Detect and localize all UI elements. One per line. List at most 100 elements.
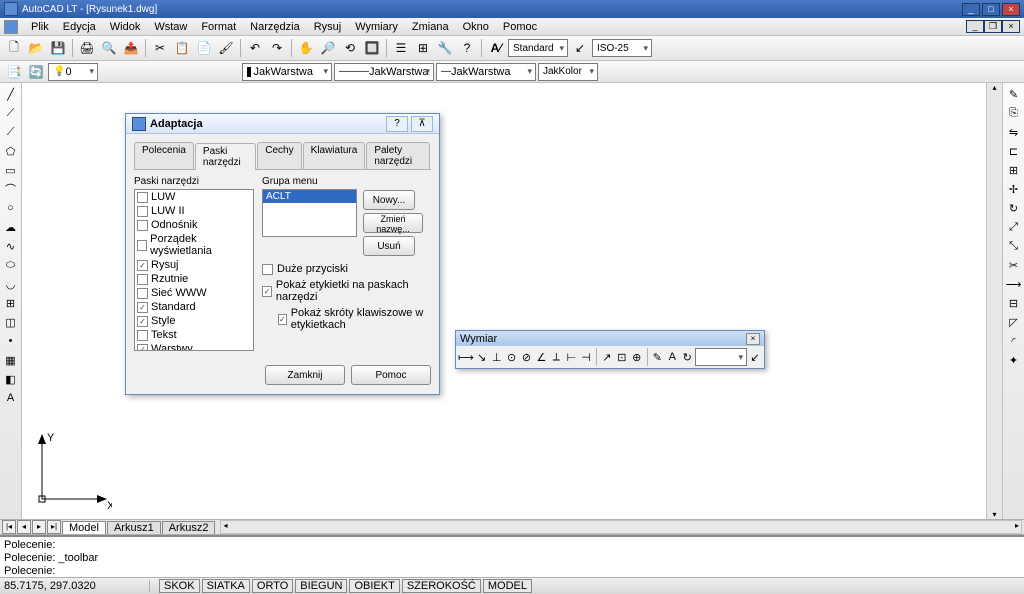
move-icon[interactable]: ✢ [1005, 180, 1023, 198]
doc-restore-button[interactable]: ❐ [984, 20, 1002, 33]
dim-style-icon[interactable]: ↙ [748, 348, 762, 366]
save-icon[interactable]: 💾 [48, 38, 68, 58]
help-icon[interactable]: ? [457, 38, 477, 58]
menu-rysuj[interactable]: Rysuj [307, 21, 349, 33]
fillet-icon[interactable]: ◜ [1005, 332, 1023, 350]
textstyle-icon[interactable]: A⁄ [486, 38, 506, 58]
point-icon[interactable]: • [2, 332, 20, 350]
list-item[interactable]: LUW II [135, 204, 253, 218]
dim-leader-icon[interactable]: ↗ [600, 348, 614, 366]
tab-arkusz2[interactable]: Arkusz2 [162, 521, 216, 534]
minimize-button[interactable]: _ [962, 3, 980, 16]
list-item[interactable]: ✓Warstwy [135, 342, 253, 351]
zoom-win-icon[interactable]: 🔲 [362, 38, 382, 58]
rename-button[interactable]: Zmień nazwę... [363, 213, 423, 233]
block-icon[interactable]: ◫ [2, 313, 20, 331]
pline-icon[interactable]: ⟋ [2, 123, 20, 141]
tab-first-button[interactable]: |◂ [2, 520, 16, 534]
rotate-icon[interactable]: ↻ [1005, 199, 1023, 217]
match-icon[interactable]: 🖌 [216, 38, 236, 58]
tool-icon[interactable]: 🔧 [435, 38, 455, 58]
tab-paski-narzedzi[interactable]: Paski narzędzi [195, 143, 256, 170]
list-item[interactable]: ✓Standard [135, 300, 253, 314]
line-icon[interactable]: ╱ [2, 85, 20, 103]
dim-style-float-combo[interactable] [695, 348, 747, 366]
status-model[interactable]: MODEL [483, 579, 532, 593]
circle-icon[interactable]: ○ [2, 199, 20, 217]
props-icon[interactable]: ☰ [391, 38, 411, 58]
chamfer-icon[interactable]: ◸ [1005, 313, 1023, 331]
tab-last-button[interactable]: ▸| [47, 520, 61, 534]
toolbars-listbox[interactable]: LUWLUW IIOdnośnikPorządek wyświetlania✓R… [134, 189, 254, 351]
item-checkbox[interactable] [137, 274, 148, 285]
status-biegun[interactable]: BIEGUN [295, 579, 347, 593]
dim-edit-icon[interactable]: ✎ [650, 348, 664, 366]
lineweight-combo[interactable]: — JakWarstwa [436, 63, 536, 81]
doc-close-button[interactable]: × [1002, 20, 1020, 33]
layer-prop-icon[interactable]: 📑 [4, 62, 24, 82]
menu-wstaw[interactable]: Wstaw [147, 21, 194, 33]
menu-zmiana[interactable]: Zmiana [405, 21, 456, 33]
list-item[interactable]: LUW [135, 190, 253, 204]
explode-icon[interactable]: ✦ [1005, 351, 1023, 369]
pan-icon[interactable]: ✋ [296, 38, 316, 58]
design-icon[interactable]: ⊞ [413, 38, 433, 58]
list-item[interactable]: ✓Rysuj [135, 258, 253, 272]
print-icon[interactable]: 🖨 [77, 38, 97, 58]
help-dialog-button[interactable]: Pomoc [351, 365, 431, 385]
erase-icon[interactable]: ✎ [1005, 85, 1023, 103]
status-skok[interactable]: SKOK [159, 579, 200, 593]
zoom-prev-icon[interactable]: ⟲ [340, 38, 360, 58]
new-icon[interactable]: 🗋 [4, 38, 24, 58]
shortcuts-checkbox[interactable]: ✓ [278, 314, 287, 325]
redo-icon[interactable]: ↷ [267, 38, 287, 58]
dim-ordinate-icon[interactable]: ⊥ [490, 348, 504, 366]
wymiar-title-bar[interactable]: Wymiar × [456, 331, 764, 346]
status-siatka[interactable]: SIATKA [202, 579, 250, 593]
tab-arkusz1[interactable]: Arkusz1 [107, 521, 161, 534]
array-icon[interactable]: ⊞ [1005, 161, 1023, 179]
status-obiekt[interactable]: OBIEKT [349, 579, 399, 593]
list-item[interactable]: Porządek wyświetlania [135, 232, 253, 258]
close-dialog-button[interactable]: Zamknij [265, 365, 345, 385]
maximize-button[interactable]: □ [982, 3, 1000, 16]
tooltips-checkbox[interactable]: ✓ [262, 286, 272, 297]
zoom-rt-icon[interactable]: 🔎 [318, 38, 338, 58]
item-checkbox[interactable] [137, 330, 148, 341]
menu-widok[interactable]: Widok [103, 21, 148, 33]
wymiar-toolbar[interactable]: Wymiar × ⟼ ↘ ⊥ ⊙ ⊘ ∠ ⟂ ⊢ ⊣ ↗ ⊡ ⊕ ✎ A ↻ ↙ [455, 330, 765, 369]
color-combo[interactable]: JakWarstwa [242, 63, 332, 81]
publish-icon[interactable]: 📤 [121, 38, 141, 58]
item-checkbox[interactable] [137, 192, 148, 203]
status-szerokosc[interactable]: SZEROKOŚĆ [402, 579, 481, 593]
tab-palety[interactable]: Palety narzędzi [366, 142, 430, 169]
vertical-scrollbar[interactable] [986, 83, 1002, 519]
dim-continue-icon[interactable]: ⊣ [579, 348, 593, 366]
status-orto[interactable]: ORTO [252, 579, 293, 593]
new-button[interactable]: Nowy... [363, 190, 415, 210]
extend-icon[interactable]: ⟶ [1005, 275, 1023, 293]
menu-plik[interactable]: Plik [24, 21, 56, 33]
dialog-title-bar[interactable]: Adaptacja ? ⊼ [126, 114, 439, 134]
spline-icon[interactable]: ∿ [2, 237, 20, 255]
dim-radius-icon[interactable]: ⊙ [505, 348, 519, 366]
menu-format[interactable]: Format [194, 21, 243, 33]
offset-icon[interactable]: ⊏ [1005, 142, 1023, 160]
dim-tedit-icon[interactable]: A [665, 348, 679, 366]
xline-icon[interactable]: ⟋ [2, 104, 20, 122]
dialog-close-button[interactable]: ⊼ [411, 116, 433, 132]
tab-cechy[interactable]: Cechy [257, 142, 301, 169]
linetype-combo[interactable]: ——— JakWarstwa [334, 63, 434, 81]
mtext-icon[interactable]: A [2, 389, 20, 407]
mirror-icon[interactable]: ⇋ [1005, 123, 1023, 141]
plotstyle-combo[interactable]: JakKolor [538, 63, 598, 81]
scale-icon[interactable]: ⤢ [1005, 218, 1023, 236]
doc-minimize-button[interactable]: _ [966, 20, 984, 33]
dim-update-icon[interactable]: ↻ [680, 348, 694, 366]
region-icon[interactable]: ◧ [2, 370, 20, 388]
menu-wymiary[interactable]: Wymiary [348, 21, 405, 33]
item-checkbox[interactable]: ✓ [137, 344, 148, 352]
horizontal-scrollbar[interactable] [220, 520, 1022, 534]
dialog-help-button[interactable]: ? [386, 116, 408, 132]
ellipse-arc-icon[interactable]: ◡ [2, 275, 20, 293]
